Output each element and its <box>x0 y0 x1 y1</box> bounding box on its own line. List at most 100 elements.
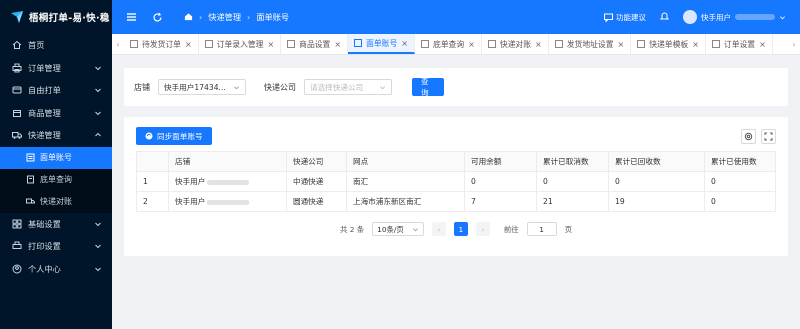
page-number-current[interactable]: 1 <box>453 222 468 236</box>
chevron-up-icon <box>94 131 102 139</box>
express-label: 快递公司 <box>264 82 296 92</box>
tab-express-reconcile[interactable]: 快递对账 × <box>482 34 549 54</box>
user-icon <box>12 264 22 274</box>
tab-bar: ‹ 待发货订单 × 订单录入管理 × 商品设置 × 面单账号 × 底单查询 × 快递对账 ×… <box>112 34 800 55</box>
chevron-down-icon <box>94 242 102 250</box>
feedback-link[interactable]: 功能建议 <box>604 12 646 23</box>
store-select[interactable]: 快手用户17434... <box>158 79 246 95</box>
tab-order-entry[interactable]: 订单录入管理 × <box>199 34 282 54</box>
sync-icon <box>145 132 153 140</box>
query-button[interactable]: 查询 <box>412 77 444 97</box>
tab-icon <box>554 40 563 48</box>
home-icon[interactable] <box>184 12 193 23</box>
column-header: 店铺 <box>168 151 287 172</box>
sidebar-item-products[interactable]: 商品管理 <box>0 102 112 125</box>
sidebar-subitem-express-reconcile[interactable]: 快递对账 <box>0 190 112 213</box>
column-header: 累计已使用数 <box>704 151 776 172</box>
redacted-text <box>735 14 775 20</box>
tab-order-settings[interactable]: 订单设置 × <box>706 34 773 54</box>
settings-icon[interactable] <box>741 128 756 144</box>
tab-waybill-account[interactable]: 面单账号 × <box>348 34 415 54</box>
sidebar-subitem-waybill-account[interactable]: 面单账号 <box>0 146 112 169</box>
breadcrumb-item[interactable]: 快递管理 <box>208 11 241 23</box>
truck-icon <box>12 130 22 140</box>
breadcrumb-separator: › <box>199 12 203 22</box>
refresh-icon[interactable] <box>150 10 164 24</box>
sidebar-item-orders[interactable]: 订单管理 <box>0 57 112 80</box>
redacted-text <box>207 179 250 185</box>
filter-bar: 店铺 快手用户17434... 快递公司 请选择快递公司 查询 <box>124 68 788 106</box>
tab-icon <box>711 40 720 48</box>
close-icon[interactable]: × <box>759 40 766 49</box>
tab-waybill-template[interactable]: 快递单模板 × <box>631 34 706 54</box>
chevron-down-icon <box>234 85 239 89</box>
chevron-down-icon <box>380 85 385 89</box>
sync-account-button[interactable]: 同步面单账号 <box>136 127 212 145</box>
tab-pending-shipment[interactable]: 待发货订单 × <box>124 34 199 54</box>
tab-icon <box>420 40 429 48</box>
sidebar-item-print-settings[interactable]: 打印设置 <box>0 235 112 258</box>
chevron-down-icon <box>94 220 102 228</box>
close-icon[interactable]: × <box>468 40 475 49</box>
account-table-card: 同步面单账号 店铺 快递公司 网点 可用余额 累计已取消数 累计已回收数 累计已… <box>124 117 788 256</box>
tab-icon <box>354 39 363 47</box>
list-icon <box>26 153 35 162</box>
close-icon[interactable]: × <box>692 40 699 49</box>
table-row[interactable]: 1 快手用户 中通快递 南汇 0 0 0 0 <box>136 171 776 192</box>
column-header: 网点 <box>346 151 465 172</box>
sidebar-item-profile[interactable]: 个人中心 <box>0 258 112 281</box>
goto-page-input[interactable]: 1 <box>526 222 557 236</box>
close-icon[interactable]: × <box>334 40 341 49</box>
table-header-row: 店铺 快递公司 网点 可用余额 累计已取消数 累计已回收数 累计已使用数 <box>136 151 776 172</box>
total-count: 共 2 条 <box>339 224 365 234</box>
sidebar-item-free-print[interactable]: 自由打单 <box>0 79 112 102</box>
close-icon[interactable]: × <box>401 39 408 48</box>
fullscreen-icon[interactable] <box>761 128 776 144</box>
breadcrumb-separator: › <box>247 12 251 22</box>
feedback-icon <box>604 13 613 22</box>
app-logo[interactable]: 梧桐打单-易·快·稳 <box>0 0 112 34</box>
box-icon <box>12 108 22 118</box>
sidebar: 梧桐打单-易·快·稳 首页 订单管理 自由打单 商品管理 快递管理 面单账号 底… <box>0 0 112 329</box>
tab-scroll-right-icon[interactable]: › <box>788 34 800 54</box>
account-table: 店铺 快递公司 网点 可用余额 累计已取消数 累计已回收数 累计已使用数 1 快… <box>136 151 776 212</box>
close-icon[interactable]: × <box>535 40 542 49</box>
redacted-text <box>207 199 250 205</box>
column-header: 累计已取消数 <box>536 151 609 172</box>
chevron-down-icon <box>780 15 785 19</box>
tab-product-settings[interactable]: 商品设置 × <box>281 34 349 54</box>
tab-icon <box>487 40 496 48</box>
tab-address-settings[interactable]: 发货地址设置 × <box>549 34 632 54</box>
menu-toggle-icon[interactable] <box>124 10 138 24</box>
tab-waybill-query[interactable]: 底单查询 × <box>415 34 482 54</box>
close-icon[interactable]: × <box>185 40 192 49</box>
close-icon[interactable]: × <box>618 40 625 49</box>
next-page-button[interactable]: › <box>475 222 490 236</box>
close-icon[interactable]: × <box>267 40 274 49</box>
goto-label: 前往 <box>503 224 519 234</box>
sidebar-item-home[interactable]: 首页 <box>0 34 112 57</box>
home-icon <box>12 40 22 50</box>
avatar <box>683 10 697 24</box>
express-select[interactable]: 请选择快递公司 <box>304 79 392 95</box>
page-size-select[interactable]: 10条/页 <box>372 222 424 236</box>
prev-page-button[interactable]: ‹ <box>431 222 446 236</box>
user-menu[interactable]: 快手用户 <box>683 10 786 24</box>
top-header: › 快递管理 › 面单账号 功能建议 快手用户 <box>112 0 800 34</box>
tab-icon <box>130 40 138 48</box>
card-icon <box>12 85 22 95</box>
tab-scroll-left-icon[interactable]: ‹ <box>112 34 124 54</box>
sidebar-item-express[interactable]: 快递管理 <box>0 124 112 147</box>
printer-icon <box>12 241 22 251</box>
sidebar-item-basic-settings[interactable]: 基础设置 <box>0 213 112 236</box>
chevron-down-icon <box>94 86 102 94</box>
breadcrumb-item: 面单账号 <box>256 12 290 22</box>
pagination: 共 2 条 10条/页 ‹ 1 › 前往 1 页 <box>136 222 776 236</box>
column-header: 可用余额 <box>464 151 537 172</box>
sidebar-subitem-waybill-query[interactable]: 底单查询 <box>0 168 112 191</box>
bell-icon[interactable] <box>659 11 670 23</box>
logo-icon <box>11 11 23 23</box>
chevron-down-icon <box>412 227 418 231</box>
table-row[interactable]: 2 快手用户 圆通快递 上海市浦东新区南汇 7 21 19 0 <box>136 191 776 212</box>
chevron-down-icon <box>94 64 102 72</box>
